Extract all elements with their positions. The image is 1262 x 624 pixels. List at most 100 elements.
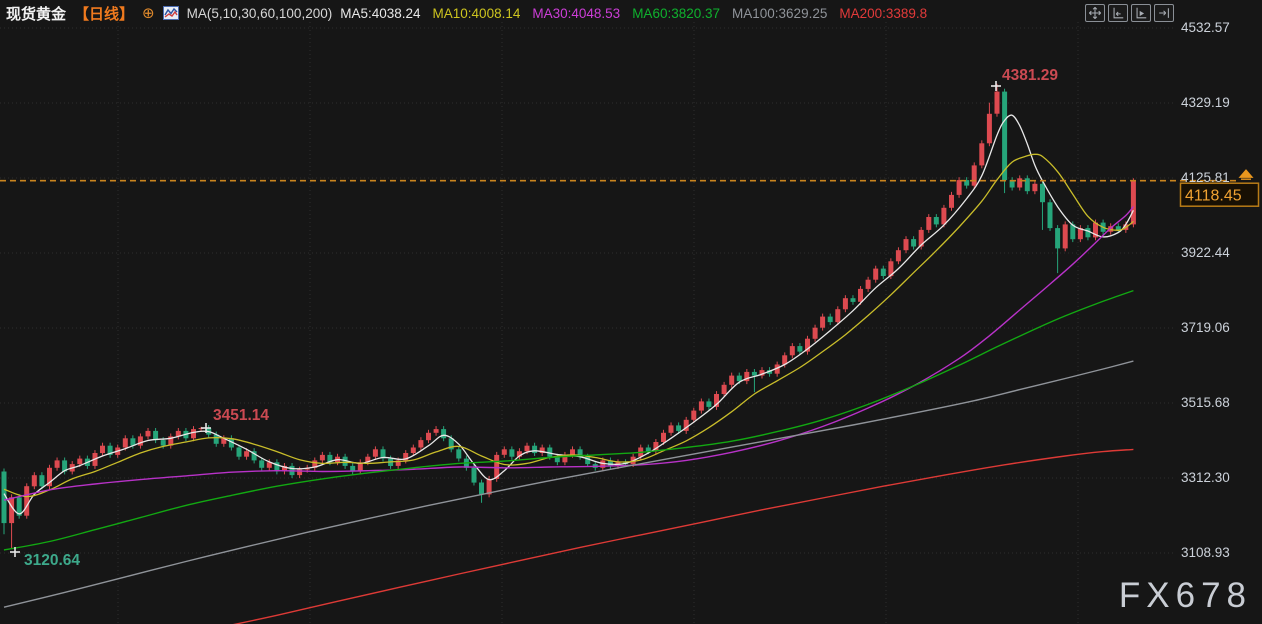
candle-body bbox=[646, 448, 651, 452]
ma-line-ma200 bbox=[216, 449, 1133, 624]
candlestick-chart: 4381.29 3451.14 3120.64 4118.45 bbox=[0, 0, 1262, 624]
candle-body bbox=[957, 180, 962, 195]
candle-body bbox=[146, 431, 151, 437]
candle-body bbox=[191, 429, 196, 438]
candle-body bbox=[502, 449, 507, 455]
candle-body bbox=[1063, 224, 1068, 248]
candle-body bbox=[1017, 178, 1022, 187]
add-compare-icon[interactable]: ⊕ bbox=[142, 6, 155, 21]
candle-body bbox=[418, 440, 423, 447]
candle-body bbox=[881, 269, 886, 276]
candle-body bbox=[55, 460, 60, 467]
candle-body bbox=[661, 433, 666, 442]
candle-body bbox=[699, 401, 704, 410]
scale-axis-play-icon bbox=[1134, 6, 1148, 20]
candle-body bbox=[911, 239, 916, 246]
candle-body bbox=[843, 298, 848, 309]
candle-body bbox=[479, 483, 484, 495]
candle-body bbox=[24, 486, 29, 516]
indicator-icon[interactable] bbox=[163, 6, 179, 20]
chart-window: 4381.29 3451.14 3120.64 4118.45 现货黄金 【日线】 ⊕… bbox=[0, 0, 1262, 624]
timeframe-label[interactable]: 【日线】 bbox=[74, 3, 134, 24]
jump-to-latest-button[interactable] bbox=[1154, 4, 1174, 22]
candle-body bbox=[434, 429, 439, 433]
candle-body bbox=[1048, 202, 1053, 228]
candle-body bbox=[676, 425, 681, 431]
ma-value-label: MA200:3389.8 bbox=[839, 6, 927, 21]
candle-body bbox=[949, 195, 954, 208]
candle-body bbox=[259, 460, 264, 467]
move-tool-button[interactable] bbox=[1085, 4, 1105, 22]
candle-body bbox=[472, 468, 477, 483]
candle-body bbox=[373, 449, 378, 456]
candle-body bbox=[722, 385, 727, 394]
candle-body bbox=[570, 449, 575, 455]
price-up-arrow-icon bbox=[1240, 170, 1252, 179]
candle-body bbox=[669, 425, 674, 432]
scale-axis-left-icon bbox=[1111, 6, 1125, 20]
watermark: FX678 bbox=[1119, 576, 1252, 616]
jump-to-latest-icon bbox=[1157, 6, 1171, 20]
candle-body bbox=[123, 438, 128, 447]
candle-body bbox=[77, 459, 82, 465]
ma-line-ma60 bbox=[4, 291, 1133, 550]
candle-body bbox=[1002, 92, 1007, 181]
extreme-price-label: 3451.14 bbox=[213, 407, 269, 424]
candle-body bbox=[532, 446, 537, 453]
candle-body bbox=[835, 309, 840, 322]
candle-body bbox=[244, 451, 249, 457]
ma-value-label: MA60:3820.37 bbox=[632, 6, 720, 21]
extreme-price-label: 4381.29 bbox=[1002, 67, 1058, 84]
candle-body bbox=[828, 317, 833, 323]
current-price-value: 4118.45 bbox=[1185, 188, 1242, 205]
ma-line-ma5 bbox=[4, 115, 1133, 514]
ma-value-label: MA5:4038.24 bbox=[340, 6, 420, 21]
ma-values: MA5:4038.24 MA10:4008.14 MA30:4048.53 MA60:… bbox=[340, 6, 927, 21]
candle-body bbox=[1116, 226, 1121, 230]
candle-body bbox=[441, 429, 446, 438]
ma-value-label: MA100:3629.25 bbox=[732, 6, 827, 21]
candle-body bbox=[820, 317, 825, 328]
scale-axis-left-button[interactable] bbox=[1108, 4, 1128, 22]
move-tool-icon bbox=[1088, 6, 1102, 20]
ma-settings-label[interactable]: MA(5,10,30,60,100,200) bbox=[187, 6, 333, 21]
candle-body bbox=[866, 280, 871, 289]
candle-body bbox=[237, 448, 242, 457]
candle-body bbox=[1040, 184, 1045, 202]
candle-body bbox=[509, 449, 514, 456]
candle-body bbox=[1131, 181, 1136, 225]
candle-body bbox=[1055, 228, 1060, 248]
candle-body bbox=[851, 298, 856, 302]
candle-body bbox=[896, 250, 901, 261]
scale-axis-play-button[interactable] bbox=[1131, 4, 1151, 22]
candle-body bbox=[100, 446, 105, 453]
chart-header: 现货黄金 【日线】 ⊕ MA(5,10,30,60,100,200) MA5:4… bbox=[6, 3, 927, 23]
candle-body bbox=[161, 440, 166, 446]
ma-value-label: MA10:4008.14 bbox=[433, 6, 521, 21]
candle-body bbox=[138, 436, 143, 445]
ma-value-label: MA30:4048.53 bbox=[532, 6, 620, 21]
symbol-title: 现货黄金 bbox=[6, 3, 66, 24]
candle-body bbox=[979, 143, 984, 165]
candle-body bbox=[1032, 184, 1037, 191]
candle-body bbox=[797, 346, 802, 352]
candle-body bbox=[456, 449, 461, 458]
chart-toolbar bbox=[1085, 4, 1174, 22]
candle-body bbox=[752, 372, 757, 376]
candle-body bbox=[426, 433, 431, 440]
ma-line-ma100 bbox=[4, 361, 1133, 607]
candle-body bbox=[926, 217, 931, 230]
candle-body bbox=[813, 328, 818, 339]
candle-body bbox=[934, 217, 939, 224]
candle-body bbox=[691, 411, 696, 420]
candle-body bbox=[525, 446, 530, 452]
candle-body bbox=[873, 269, 878, 280]
extreme-price-label: 3120.64 bbox=[24, 552, 80, 569]
candle-body bbox=[941, 208, 946, 225]
candle-body bbox=[995, 92, 1000, 114]
candle-body bbox=[39, 475, 44, 486]
candle-body bbox=[411, 448, 416, 454]
candle-body bbox=[790, 346, 795, 355]
candle-body bbox=[904, 239, 909, 250]
candle-body bbox=[972, 165, 977, 185]
